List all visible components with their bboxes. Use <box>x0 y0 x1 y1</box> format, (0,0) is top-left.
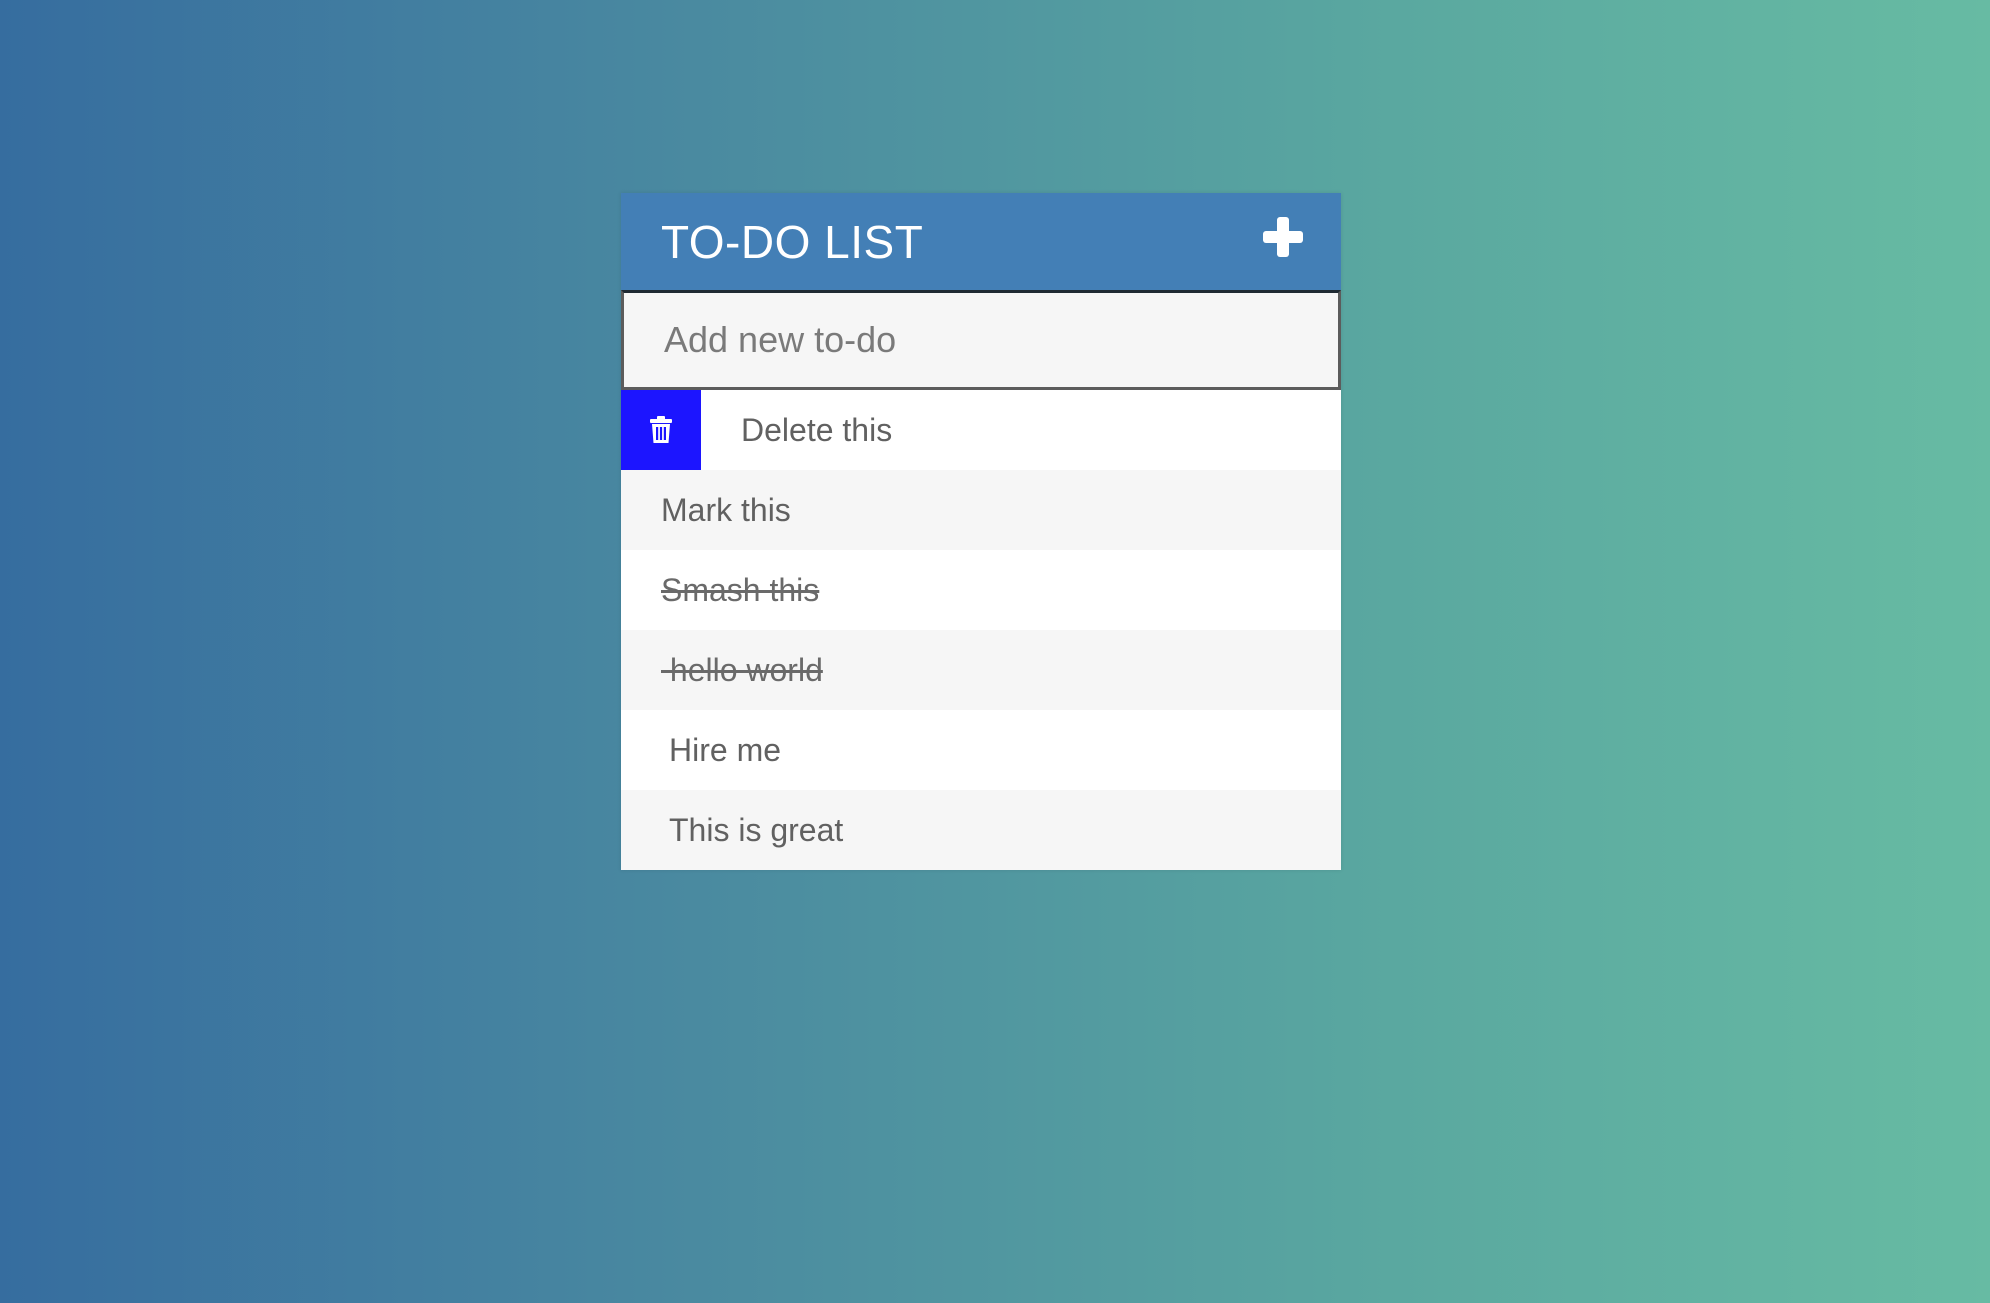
trash-icon <box>650 416 672 443</box>
todo-text: Mark this <box>661 491 791 528</box>
todo-item[interactable]: Mark this <box>621 470 1341 550</box>
delete-button[interactable] <box>621 390 701 470</box>
todo-header: TO-DO LIST <box>621 193 1341 290</box>
todo-text: hello world <box>661 651 823 688</box>
add-todo-toggle-button[interactable] <box>1263 217 1303 257</box>
todo-list: Delete this Mark this Smash this hello w… <box>621 390 1341 870</box>
new-todo-input[interactable] <box>624 293 1338 387</box>
todo-item[interactable]: This is great <box>621 790 1341 870</box>
todo-item[interactable]: Hire me <box>621 710 1341 790</box>
todo-card: TO-DO LIST Delete this <box>621 193 1341 870</box>
new-todo-field-wrapper <box>621 290 1341 390</box>
todo-text: This is great <box>669 811 844 848</box>
todo-text: Hire me <box>669 731 782 768</box>
todo-text: Smash this <box>661 571 820 608</box>
todo-item[interactable]: hello world <box>621 630 1341 710</box>
todo-item[interactable]: Smash this <box>621 550 1341 630</box>
todo-item[interactable]: Delete this <box>621 390 1341 470</box>
app-title: TO-DO LIST <box>661 215 924 268</box>
todo-text: Delete this <box>741 411 893 448</box>
